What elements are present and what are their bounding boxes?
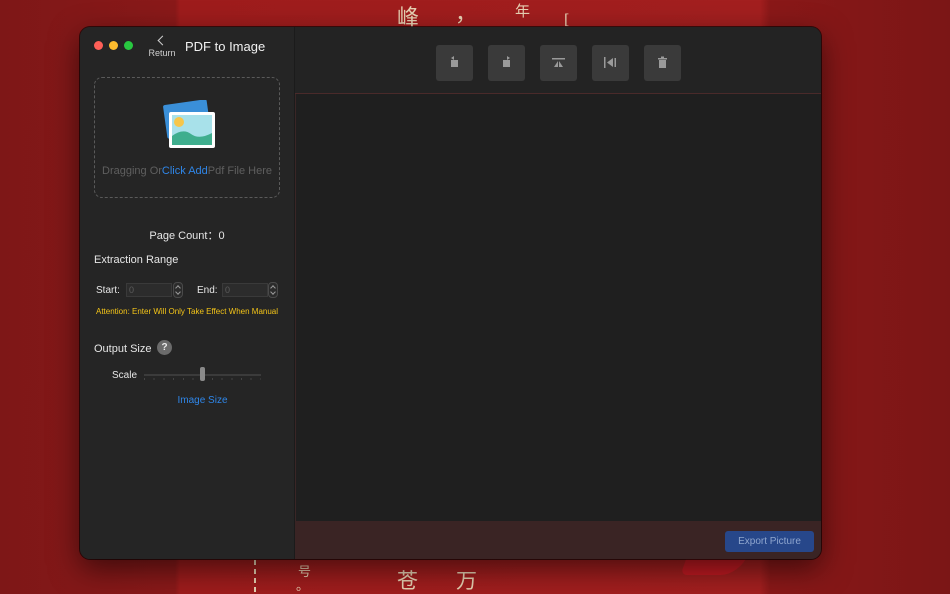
export-picture-button[interactable]: Export Picture — [725, 531, 814, 552]
scale-label: Scale — [112, 370, 138, 381]
wallpaper-char: ， — [455, 2, 478, 27]
click-add-link[interactable]: Click Add — [162, 165, 208, 177]
dropzone-text: Dragging OrClick AddPdf File Here — [95, 165, 279, 177]
app-window: Return PDF to Image Dragging OrClick Add… — [80, 27, 821, 559]
rotate-right-icon — [503, 56, 510, 67]
attention-note: Attention: Enter Will Only Take Effect W… — [96, 307, 279, 316]
flip-horizontal-button[interactable] — [592, 45, 629, 81]
end-input[interactable]: 0 — [222, 283, 268, 297]
start-label: Start: — [96, 285, 120, 296]
rotate-right-button[interactable] — [488, 45, 525, 81]
start-stepper[interactable] — [173, 282, 183, 298]
dropzone-text-before: Dragging Or — [102, 165, 162, 177]
flip-vertical-button[interactable] — [540, 45, 577, 81]
wallpaper-dashed-line — [254, 560, 256, 594]
end-stepper[interactable] — [268, 282, 278, 298]
delete-button[interactable] — [644, 45, 681, 81]
dropzone-text-after: Pdf File Here — [207, 165, 272, 177]
sidebar: Return PDF to Image Dragging OrClick Add… — [80, 27, 295, 559]
flip-vertical-icon — [552, 58, 565, 67]
close-window-button[interactable] — [94, 41, 103, 50]
start-input[interactable]: 0 — [126, 283, 172, 297]
rotate-left-button[interactable] — [436, 45, 473, 81]
chevron-left-icon — [157, 35, 167, 46]
window-title: PDF to Image — [185, 39, 266, 54]
page-count-label: Page Count： — [149, 230, 219, 242]
scale-slider-thumb[interactable] — [200, 367, 205, 381]
wallpaper-char: 苍 — [397, 569, 418, 593]
window-controls — [94, 41, 133, 50]
minimize-window-button[interactable] — [109, 41, 118, 50]
wallpaper-char: 万 — [456, 569, 477, 593]
photo-icon — [163, 100, 215, 148]
image-size-link[interactable]: Image Size — [80, 395, 325, 406]
toolbar — [295, 27, 821, 94]
wallpaper-char: 年 — [515, 2, 531, 20]
help-button[interactable]: ? — [157, 340, 172, 355]
return-label: Return — [148, 48, 176, 58]
preview-area — [295, 94, 821, 521]
trash-icon — [658, 56, 667, 68]
wallpaper-char: [ — [564, 12, 570, 28]
zoom-window-button[interactable] — [124, 41, 133, 50]
main-panel: Export Picture — [295, 27, 821, 559]
pdf-dropzone[interactable]: Dragging OrClick AddPdf File Here — [94, 77, 280, 198]
extraction-range-heading: Extraction Range — [94, 254, 179, 266]
rotate-left-icon — [451, 56, 458, 67]
page-count-value: 0 — [218, 230, 225, 242]
return-button[interactable]: Return — [146, 35, 178, 58]
output-size-heading: Output Size — [94, 343, 152, 355]
footer-bar: Export Picture — [295, 521, 821, 559]
page-count: Page Count：0 — [80, 227, 294, 243]
flip-horizontal-icon — [604, 57, 616, 68]
wallpaper-char: 。 — [296, 579, 310, 594]
end-label: End: — [197, 285, 218, 296]
